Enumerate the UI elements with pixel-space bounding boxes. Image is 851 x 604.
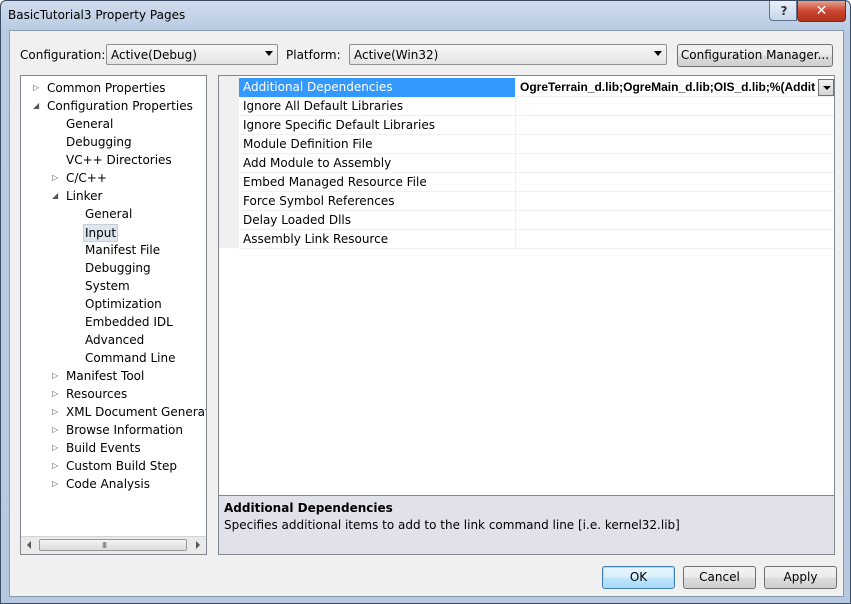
tree-item[interactable]: Manifest Tool: [66, 367, 144, 385]
ok-button[interactable]: OK: [602, 566, 675, 589]
chevron-down-icon: [265, 51, 273, 56]
description-title: Additional Dependencies: [224, 501, 393, 515]
property-row[interactable]: Ignore Specific Default Libraries: [239, 116, 834, 135]
configuration-manager-button[interactable]: Configuration Manager...: [677, 44, 833, 67]
tree-item[interactable]: Custom Build Step: [66, 457, 177, 475]
description-panel: Additional Dependencies Specifies additi…: [218, 495, 835, 555]
expand-arrow-icon[interactable]: ▷: [52, 475, 58, 493]
tree-item[interactable]: XML Document Generator: [66, 403, 206, 421]
property-row[interactable]: Additional Dependencies OgreTerrain_d.lib…: [239, 78, 834, 97]
chevron-down-icon: [654, 51, 662, 56]
column-separator: [515, 211, 516, 230]
property-row[interactable]: Assembly Link Resource: [239, 230, 834, 249]
scroll-left-icon[interactable]: [27, 541, 31, 549]
tree-item[interactable]: Advanced: [85, 331, 144, 349]
expand-arrow-icon[interactable]: ▷: [52, 385, 58, 403]
property-name: Ignore Specific Default Libraries: [243, 118, 435, 132]
tree-item[interactable]: Embedded IDL: [85, 313, 173, 331]
tree-item[interactable]: Manifest File: [85, 241, 160, 259]
tree-item[interactable]: Debugging: [66, 133, 132, 151]
property-name: Assembly Link Resource: [243, 232, 389, 246]
tree-item[interactable]: Code Analysis: [66, 475, 150, 493]
column-separator: [515, 97, 516, 116]
tree-item[interactable]: Debugging: [85, 259, 151, 277]
tree-item[interactable]: Command Line: [85, 349, 176, 367]
property-name: Delay Loaded Dlls: [243, 213, 351, 227]
expand-arrow-icon[interactable]: ▷: [52, 403, 58, 421]
tree-item[interactable]: VC++ Directories: [66, 151, 172, 169]
column-separator: [515, 116, 516, 135]
close-button[interactable]: ✕: [797, 1, 846, 22]
apply-button[interactable]: Apply: [764, 566, 837, 589]
property-tree[interactable]: ▷ Common Properties ◢ Configuration Propert…: [20, 75, 207, 555]
column-separator: [515, 173, 516, 192]
property-pages-window: BasicTutorial3 Property Pages ? ✕ Config…: [0, 0, 851, 604]
collapse-arrow-icon[interactable]: ◢: [52, 187, 58, 205]
expand-arrow-icon[interactable]: ▷: [52, 439, 58, 457]
tree-item[interactable]: Configuration Properties: [47, 97, 193, 115]
tree-item[interactable]: Linker: [66, 187, 102, 205]
collapse-arrow-icon[interactable]: ◢: [33, 97, 39, 115]
scrollbar-thumb[interactable]: III: [39, 539, 187, 551]
column-separator: [515, 154, 516, 173]
column-separator: [515, 230, 516, 249]
platform-dropdown[interactable]: Active(Win32): [349, 44, 667, 65]
dialog-client-area: Configuration: Active(Debug) Platform: A…: [9, 30, 844, 597]
configuration-label: Configuration:: [20, 48, 106, 62]
property-name: Module Definition File: [243, 137, 373, 151]
help-button[interactable]: ?: [769, 1, 797, 21]
tree-item[interactable]: C/C++: [66, 169, 107, 187]
scroll-right-icon[interactable]: [196, 541, 200, 549]
property-row[interactable]: Delay Loaded Dlls: [239, 211, 834, 230]
property-row[interactable]: Module Definition File: [239, 135, 834, 154]
grip-icon: III: [102, 541, 107, 550]
configuration-value: Active(Debug): [111, 48, 197, 62]
tree-item[interactable]: Common Properties: [47, 79, 166, 97]
tree-item[interactable]: System: [85, 277, 130, 295]
property-name: Embed Managed Resource File: [243, 175, 427, 189]
grid-gutter: [219, 76, 239, 248]
chevron-down-icon: [823, 86, 831, 90]
platform-label: Platform:: [286, 48, 341, 62]
expand-arrow-icon[interactable]: ▷: [52, 421, 58, 439]
property-row[interactable]: Add Module to Assembly: [239, 154, 834, 173]
column-separator: [515, 192, 516, 211]
property-grid[interactable]: Additional Dependencies OgreTerrain_d.lib…: [218, 75, 835, 555]
window-title: BasicTutorial3 Property Pages: [8, 8, 186, 22]
expand-arrow-icon[interactable]: ▷: [52, 457, 58, 475]
help-icon: ?: [780, 4, 788, 18]
property-value[interactable]: OgreTerrain_d.lib;OgreMain_d.lib;OIS_d.l…: [520, 80, 815, 94]
property-name: Additional Dependencies: [243, 80, 393, 94]
tree-item[interactable]: General: [66, 115, 113, 133]
expand-arrow-icon[interactable]: ▷: [33, 79, 39, 97]
column-separator: [515, 135, 516, 154]
expand-arrow-icon[interactable]: ▷: [52, 169, 58, 187]
platform-value: Active(Win32): [354, 48, 439, 62]
value-dropdown-button[interactable]: [818, 79, 834, 96]
property-name: Force Symbol References: [243, 194, 395, 208]
configuration-dropdown[interactable]: Active(Debug): [106, 44, 278, 65]
tree-item[interactable]: Input: [83, 224, 119, 242]
property-row[interactable]: Ignore All Default Libraries: [239, 97, 834, 116]
property-row[interactable]: Embed Managed Resource File: [239, 173, 834, 192]
close-icon: ✕: [815, 3, 828, 19]
tree-horizontal-scrollbar[interactable]: III: [21, 536, 206, 554]
tree-item[interactable]: General: [85, 205, 132, 223]
property-row[interactable]: Force Symbol References: [239, 192, 834, 211]
column-separator: [515, 78, 516, 97]
description-text: Specifies additional items to add to the…: [224, 518, 680, 532]
tree-item[interactable]: Resources: [66, 385, 127, 403]
property-name: Ignore All Default Libraries: [243, 99, 404, 113]
tree-item[interactable]: Optimization: [85, 295, 162, 313]
expand-arrow-icon[interactable]: ▷: [52, 367, 58, 385]
property-name: Add Module to Assembly: [243, 156, 392, 170]
tree-item[interactable]: Browse Information: [66, 421, 183, 439]
tree-item[interactable]: Build Events: [66, 439, 141, 457]
cancel-button[interactable]: Cancel: [683, 566, 756, 589]
